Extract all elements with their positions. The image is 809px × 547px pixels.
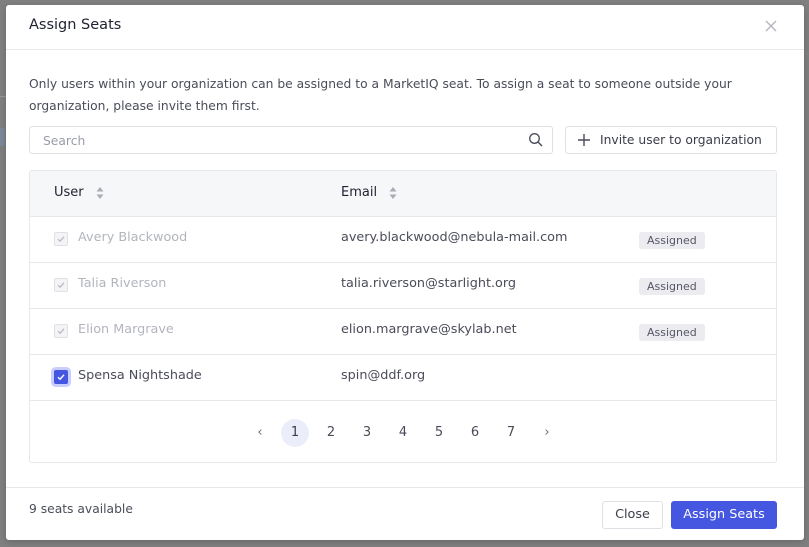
search-icon[interactable]: [528, 132, 544, 148]
page-button[interactable]: 2: [317, 419, 345, 447]
user-name: Elion Margrave: [78, 322, 174, 337]
status-badge: Assigned: [639, 278, 705, 295]
checkmark-icon: [57, 374, 65, 381]
checkmark-icon: [57, 282, 65, 289]
row-checkbox[interactable]: [54, 370, 68, 384]
plus-icon: [578, 134, 590, 146]
page-button[interactable]: 4: [389, 419, 417, 447]
user-name: Avery Blackwood: [78, 230, 188, 245]
backdrop-content: [0, 128, 5, 146]
page-button[interactable]: 7: [497, 419, 525, 447]
column-label-user: User: [54, 185, 84, 200]
description-text: Only users within your organization can …: [29, 77, 732, 113]
next-page-button[interactable]: ›: [533, 419, 561, 447]
user-email: talia.riverson@starlight.org: [341, 276, 517, 291]
page-button[interactable]: 6: [461, 419, 489, 447]
row-checkbox-disabled: [54, 324, 68, 338]
assign-seats-modal: Assign Seats Only users within your orga…: [6, 5, 804, 540]
page-button-current[interactable]: 1: [281, 419, 309, 447]
invite-user-button[interactable]: Invite user to organization: [565, 126, 777, 154]
user-email: avery.blackwood@nebula-mail.com: [341, 230, 568, 245]
status-badge: Assigned: [639, 232, 705, 249]
user-name: Spensa Nightshade: [78, 368, 202, 383]
modal-footer: 9 seats available Close Assign Seats: [6, 487, 804, 540]
invite-user-label: Invite user to organization: [600, 133, 762, 147]
user-email: spin@ddf.org: [341, 368, 426, 383]
column-header-email[interactable]: Email: [341, 185, 397, 200]
assign-seats-button[interactable]: Assign Seats: [671, 501, 777, 529]
table-row: Avery Blackwood avery.blackwood@nebula-m…: [30, 217, 776, 263]
sort-icon[interactable]: [96, 186, 104, 200]
users-table: User Email Avery Blackwood avery.blackwo…: [29, 170, 777, 463]
page-button[interactable]: 3: [353, 419, 381, 447]
status-badge: Assigned: [639, 324, 705, 341]
sort-icon[interactable]: [389, 186, 397, 200]
search-field[interactable]: [29, 126, 553, 154]
column-label-email: Email: [341, 185, 378, 200]
modal-header: Assign Seats: [6, 5, 804, 50]
table-header: User Email: [30, 171, 776, 217]
seats-available-text: 9 seats available: [29, 502, 133, 516]
modal-title: Assign Seats: [29, 17, 122, 33]
table-row: Talia Riverson talia.riverson@starlight.…: [30, 263, 776, 309]
checkmark-icon: [57, 328, 65, 335]
table-row: Spensa Nightshade spin@ddf.org: [30, 355, 776, 401]
user-name: Talia Riverson: [78, 276, 167, 291]
close-button[interactable]: Close: [602, 501, 663, 529]
row-checkbox-disabled: [54, 232, 68, 246]
close-icon[interactable]: [762, 17, 780, 35]
page-button[interactable]: 5: [425, 419, 453, 447]
table-row: Elion Margrave elion.margrave@skylab.net…: [30, 309, 776, 355]
search-input[interactable]: [41, 131, 515, 151]
row-checkbox-disabled: [54, 278, 68, 292]
user-email: elion.margrave@skylab.net: [341, 322, 517, 337]
pagination: ‹ 1 2 3 4 5 6 7 ›: [30, 407, 776, 462]
prev-page-button[interactable]: ‹: [246, 419, 274, 447]
column-header-user[interactable]: User: [54, 185, 104, 200]
checkmark-icon: [57, 236, 65, 243]
